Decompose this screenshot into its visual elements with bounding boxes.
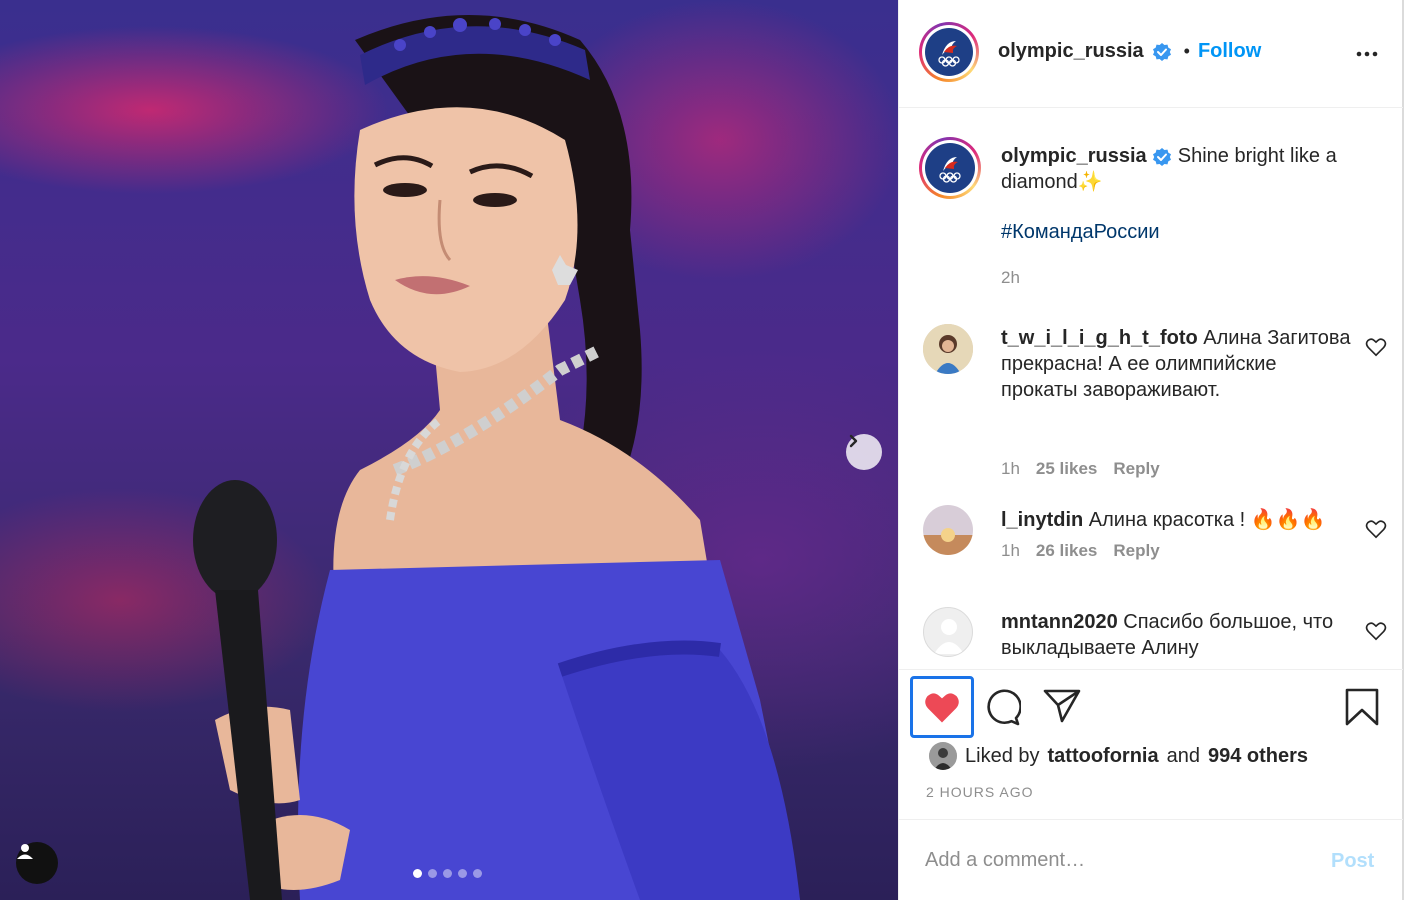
post-photo[interactable] — [0, 0, 898, 900]
comment-text: Алина красотка ! 🔥🔥🔥 — [1088, 509, 1326, 531]
comment-avatar[interactable] — [923, 324, 973, 374]
caption-author-avatar[interactable] — [919, 137, 981, 199]
carousel-dot — [428, 869, 437, 878]
comment-reply-button[interactable]: Reply — [1113, 541, 1159, 561]
likes-middle: and — [1166, 744, 1200, 767]
user-tag-icon — [17, 844, 33, 859]
default-avatar-icon — [934, 619, 964, 654]
comment-username[interactable]: mntann2020 — [1001, 611, 1118, 633]
comment-input[interactable] — [925, 842, 1305, 878]
avatar-image — [923, 324, 973, 374]
verified-icon — [1153, 147, 1172, 166]
comments-list[interactable]: olympic_russia Shine bright like a diamo… — [899, 109, 1403, 669]
caption: olympic_russia Shine bright like a diamo… — [1001, 143, 1381, 195]
header-separator: • — [1183, 41, 1190, 61]
likes-others-link[interactable]: 994 others — [1208, 745, 1308, 768]
post-actions: Liked by tattoofornia and 994 others 2 H… — [899, 669, 1403, 819]
header-username[interactable]: olympic_russia — [998, 40, 1144, 63]
tagged-users-button[interactable] — [16, 842, 58, 884]
chevron-right-icon — [849, 434, 858, 448]
post-header: olympic_russia • Follow — [899, 0, 1403, 108]
comment-meta: 1h 25 likes Reply — [1001, 459, 1160, 479]
comment-meta: 1h 26 likes Reply — [1001, 541, 1160, 561]
comment-likes[interactable]: 25 likes — [1036, 459, 1097, 479]
verified-icon — [1152, 42, 1171, 61]
comment-time: 1h — [1001, 541, 1020, 560]
comment-username[interactable]: t_w_i_l_i_g_h_t_foto — [1001, 327, 1198, 349]
author-avatar[interactable] — [919, 22, 979, 82]
share-icon[interactable] — [1043, 688, 1081, 724]
comment-likes[interactable]: 26 likes — [1036, 541, 1097, 561]
comment-username[interactable]: l_inytdin — [1001, 509, 1083, 531]
post-comment-button[interactable]: Post — [1331, 850, 1374, 873]
likes-user-link[interactable]: tattoofornia — [1048, 745, 1159, 768]
liker-avatar[interactable] — [929, 742, 957, 770]
comment-time: 1h — [1001, 459, 1020, 478]
comment-body: t_w_i_l_i_g_h_t_foto Алина Загитова прек… — [1001, 325, 1351, 403]
avatar-image — [923, 505, 973, 555]
caption-username[interactable]: olympic_russia — [1001, 145, 1147, 167]
heart-icon[interactable] — [1365, 337, 1387, 357]
post-timestamp[interactable]: 2 HOURS AGO — [926, 784, 1033, 800]
olympic-russia-logo — [939, 157, 961, 183]
photo-illustration — [193, 15, 800, 900]
post-side-panel: olympic_russia • Follow olympic_russia S… — [898, 0, 1404, 900]
carousel-dot-active — [413, 869, 422, 878]
heart-icon[interactable] — [1365, 621, 1387, 641]
next-photo-button[interactable] — [846, 434, 882, 470]
comment-avatar[interactable] — [923, 607, 973, 657]
add-comment-bar: Post — [899, 819, 1403, 900]
heart-icon[interactable] — [1365, 519, 1387, 539]
comment-reply-button[interactable]: Reply — [1113, 459, 1159, 479]
carousel-dot — [443, 869, 452, 878]
carousel-indicator — [413, 869, 482, 878]
bookmark-icon[interactable] — [1345, 688, 1379, 726]
likes-summary: Liked by tattoofornia and 994 others — [929, 742, 1308, 770]
comment-body: mntann2020 Спасибо большое, что выкладыв… — [1001, 609, 1351, 661]
comment-avatar[interactable] — [923, 505, 973, 555]
carousel-dot — [458, 869, 467, 878]
caption-hashtag[interactable]: #КомандаРоссии — [1001, 221, 1160, 244]
caption-time: 2h — [1001, 268, 1020, 287]
likes-prefix: Liked by — [965, 744, 1040, 767]
comment-icon[interactable] — [983, 688, 1021, 726]
follow-button[interactable]: Follow — [1198, 40, 1261, 63]
more-icon[interactable] — [1355, 42, 1379, 66]
heart-icon[interactable] — [923, 690, 961, 724]
olympic-russia-logo — [938, 41, 960, 67]
carousel-dot — [473, 869, 482, 878]
avatar-image — [929, 742, 957, 770]
comment-body: l_inytdin Алина красотка ! 🔥🔥🔥 — [1001, 507, 1361, 533]
